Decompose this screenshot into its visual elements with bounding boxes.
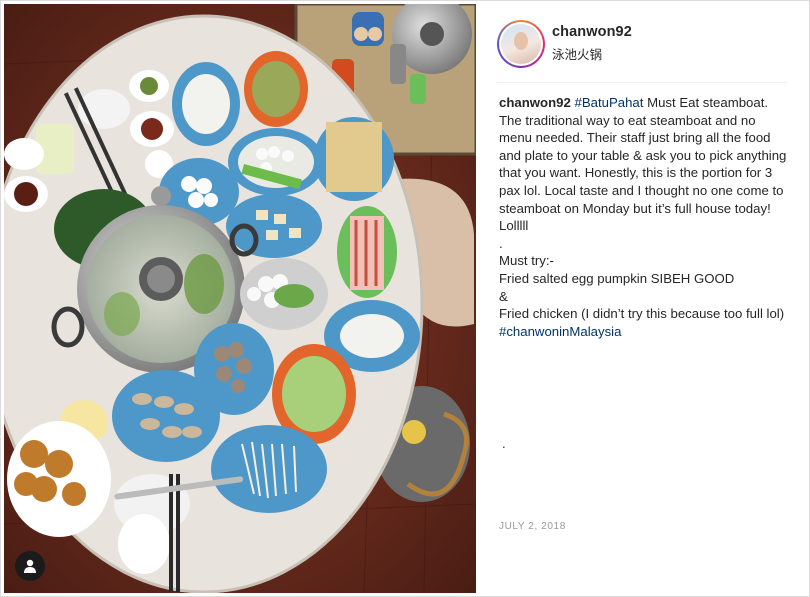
instagram-post: chanwon92 泳池火锅 chanwon92 #BatuPahat Must…	[0, 0, 810, 597]
profile-avatar	[501, 24, 541, 64]
post-caption: chanwon92 #BatuPahat Must Eat steamboat.…	[499, 94, 789, 340]
user-silhouette-icon	[24, 559, 36, 573]
hashtag-batupahat[interactable]: #BatuPahat	[575, 95, 644, 110]
hashtag-chanwoninmalaysia[interactable]: #chanwoninMalaysia	[499, 324, 621, 339]
post-date[interactable]: JULY 2, 2018	[499, 521, 566, 532]
caption-text: Must Eat steamboat. The traditional way …	[499, 95, 787, 322]
steamboat-table-illustration	[4, 4, 476, 593]
post-details-panel: chanwon92 泳池火锅 chanwon92 #BatuPahat Must…	[477, 4, 807, 593]
caption-username[interactable]: chanwon92	[499, 95, 571, 110]
avatar[interactable]	[497, 20, 545, 68]
post-photo[interactable]	[4, 4, 476, 593]
user-tag-icon[interactable]	[15, 551, 45, 581]
trailing-dot: .	[502, 436, 506, 451]
post-header: chanwon92 泳池火锅	[497, 17, 787, 83]
username-link[interactable]: chanwon92	[552, 24, 632, 40]
location-link[interactable]: 泳池火锅	[552, 44, 602, 63]
